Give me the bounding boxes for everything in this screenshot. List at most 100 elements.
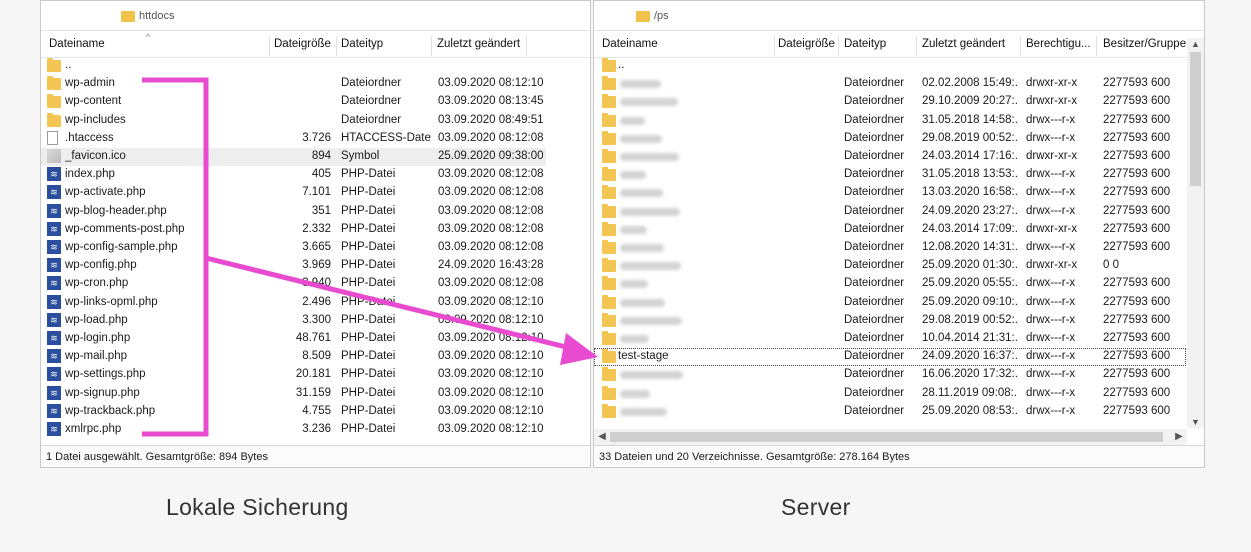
column-divider[interactable] [431,36,432,56]
scrollbar-thumb[interactable] [610,432,1163,442]
cell-permissions: drwx---r-x [1026,204,1076,217]
cell-filetype: Dateiordner [341,77,402,90]
column-header-filename[interactable]: Dateiname [602,38,658,50]
local-file-pane[interactable]: httdocs ^ Dateiname Dateigröße Dateityp … [40,0,591,468]
table-row[interactable]: ≋ wp-config-sample.php 3.665 PHP-Datei 03.09… [41,239,546,257]
cell-filetype: Dateiordner [844,95,905,108]
scroll-left-icon[interactable]: ◀ [595,429,609,445]
table-row[interactable]: Dateiordner 12.08.2020 14:31:... drwx---r-… [594,239,1186,257]
table-row[interactable]: ≋ wp-activate.php 7.101 PHP-Datei 03.09.2020… [41,184,546,202]
column-header-owner[interactable]: Besitzer/Gruppe [1103,38,1189,50]
table-row[interactable]: Dateiordner 28.11.2019 09:08:... drwx---r-… [594,385,1186,403]
table-row[interactable]: ≋ wp-settings.php 20.181 PHP-Datei 03.09.202… [41,366,546,384]
table-row[interactable]: ≋ wp-login.php 48.761 PHP-Datei 03.09.2020 0… [41,330,546,348]
horizontal-scrollbar[interactable]: ◀ ▶ [594,429,1187,445]
table-row[interactable]: ≋ index.php 405 PHP-Datei 03.09.2020 08:12:0… [41,166,546,184]
table-row[interactable]: ≋ wp-blog-header.php 351 PHP-Datei 03.09.202… [41,203,546,221]
table-row[interactable]: wp-includes Dateiordner 03.09.2020 08:49:5… [41,112,546,130]
cell-modified: 03.09.2020 08:13:45 [438,95,543,108]
cell-filetype: HTACCESS-Datei [341,131,431,144]
scroll-down-icon[interactable]: ▼ [1187,416,1204,428]
table-row[interactable]: _favicon.ico 894 Symbol 25.09.2020 09:38:00 [41,148,546,166]
table-row[interactable]: ≋ wp-mail.php 8.509 PHP-Datei 03.09.2020 08:… [41,348,546,366]
cell-filetype: Dateiordner [844,386,905,399]
cell-owner: 2277593 600 [1103,204,1171,217]
cell-filetype: Symbol [341,150,380,162]
cell-filename: _favicon.ico [65,150,126,162]
table-row[interactable]: Dateiordner 31.05.2018 14:58:... drwx---r-… [594,112,1186,130]
column-header-filesize[interactable]: Dateigröße [274,38,331,50]
cell-modified: 29.10.2009 20:27:... [922,95,1018,108]
table-row[interactable]: ≋ wp-comments-post.php 2.332 PHP-Datei 03.09… [41,221,546,239]
table-row[interactable]: wp-admin Dateiordner 03.09.2020 08:12:10 [41,75,546,93]
sort-caret-icon[interactable]: ^ [146,32,150,42]
table-row[interactable]: ≋ wp-load.php 3.300 PHP-Datei 03.09.2020 08:… [41,312,546,330]
table-row[interactable]: Dateiordner 25.09.2020 01:30:... drwxr-xr-… [594,257,1186,275]
cell-filesize: 3.726 [302,131,331,144]
column-header-permissions[interactable]: Berechtigu... [1026,38,1092,50]
column-divider[interactable] [269,36,270,56]
column-divider[interactable] [838,36,839,56]
cell-modified: 03.09.2020 08:12:08 [438,277,543,290]
table-row[interactable]: ≋ wp-signup.php 31.159 PHP-Datei 03.09.2020 … [41,385,546,403]
table-row[interactable]: Dateiordner 31.05.2018 13:53:... drwx---r-… [594,166,1186,184]
column-header-filesize[interactable]: Dateigröße [778,38,835,50]
table-row[interactable]: Dateiordner 29.10.2009 20:27:... drwxr-xr-… [594,93,1186,111]
folder-icon [47,76,61,91]
column-header-modified[interactable]: Zuletzt geändert [922,38,1005,50]
table-row[interactable]: Dateiordner 25.09.2020 05:55:... drwx---r-… [594,275,1186,293]
table-row[interactable]: test-stage Dateiordner 24.09.2020 16:37:..… [594,348,1186,367]
cell-modified: 16.06.2020 17:32:... [922,368,1018,381]
column-header-filetype[interactable]: Dateityp [844,38,886,50]
cell-modified: 25.09.2020 01:30:... [922,259,1018,272]
cell-filesize: 405 [311,168,331,181]
column-divider[interactable] [1020,36,1021,56]
table-row[interactable]: Dateiordner 25.09.2020 08:53:... drwx---r-… [594,403,1186,421]
table-row[interactable]: .. [41,57,546,75]
scroll-right-icon[interactable]: ▶ [1172,429,1186,445]
table-row[interactable]: ≋ wp-config.php 3.969 PHP-Datei 24.09.2020 1… [41,257,546,275]
column-header-filename[interactable]: Dateiname [49,38,105,50]
remote-status-bar: 33 Dateien und 20 Verzeichnisse. Gesamtg… [594,445,1204,467]
column-divider[interactable] [1096,36,1097,56]
table-row[interactable]: Dateiordner 16.06.2020 17:32:... drwx---r-… [594,366,1186,384]
scrollbar-thumb[interactable] [1190,52,1201,186]
cell-owner: 2277593 600 [1103,350,1171,363]
cell-owner: 2277593 600 [1103,186,1171,199]
vertical-scrollbar[interactable]: ▲ ▼ [1187,38,1204,428]
folder-icon [602,112,616,127]
scroll-up-icon[interactable]: ▲ [1187,38,1204,50]
cell-owner: 2277593 600 [1103,95,1171,108]
table-row[interactable]: .htaccess 3.726 HTACCESS-Datei 03.09.2020 0… [41,130,546,148]
table-row[interactable]: Dateiordner 13.03.2020 16:58:... drwx---r-… [594,184,1186,202]
column-header-filetype[interactable]: Dateityp [341,38,383,50]
local-path-bar[interactable]: httdocs [41,1,590,31]
table-row[interactable]: ≋ wp-trackback.php 4.755 PHP-Datei 03.09.202… [41,403,546,421]
cell-filesize: 8.509 [302,350,331,363]
cell-filetype: PHP-Datei [341,168,396,181]
table-row[interactable]: .. [594,57,1186,75]
table-row[interactable]: ≋ wp-links-opml.php 2.496 PHP-Datei 03.09.20… [41,294,546,312]
table-row[interactable]: wp-content Dateiordner 03.09.2020 08:13:45 [41,93,546,111]
table-row[interactable]: Dateiordner 10.04.2014 21:31:... drwx---r-… [594,330,1186,348]
remote-file-pane[interactable]: /ps Dateiname Dateigröße Dateityp Zuletz… [593,0,1205,468]
folder-icon [602,312,616,327]
table-row[interactable]: Dateiordner 24.03.2014 17:09:... drwxr-xr-… [594,221,1186,239]
table-row[interactable]: Dateiordner 25.09.2020 09:10:... drwx---r-… [594,294,1186,312]
remote-path-bar[interactable]: /ps [594,1,1204,31]
table-row[interactable]: Dateiordner 24.03.2014 17:16:... drwxr-xr-… [594,148,1186,166]
table-row[interactable]: Dateiordner 29.08.2019 00:52:... drwx---r-… [594,130,1186,148]
column-divider[interactable] [526,36,527,56]
table-row[interactable]: Dateiordner 29.08.2019 00:52:... drwx---r-… [594,312,1186,330]
table-row[interactable]: ≋ xmlrpc.php 3.236 PHP-Datei 03.09.2020 08:1… [41,421,546,439]
column-divider[interactable] [916,36,917,56]
table-row[interactable]: ≋ wp-cron.php 3.940 PHP-Datei 03.09.2020 08:… [41,275,546,293]
cell-filename: wp-content [65,95,122,108]
cell-modified: 13.03.2020 16:58:... [922,186,1018,199]
table-row[interactable]: Dateiordner 24.09.2020 23:27:... drwx---r-… [594,203,1186,221]
folder-icon [602,349,616,364]
table-row[interactable]: Dateiordner 02.02.2008 15:49:... drwxr-xr-… [594,75,1186,93]
column-divider[interactable] [336,36,337,56]
column-header-modified[interactable]: Zuletzt geändert [437,38,520,50]
column-divider[interactable] [774,36,775,56]
